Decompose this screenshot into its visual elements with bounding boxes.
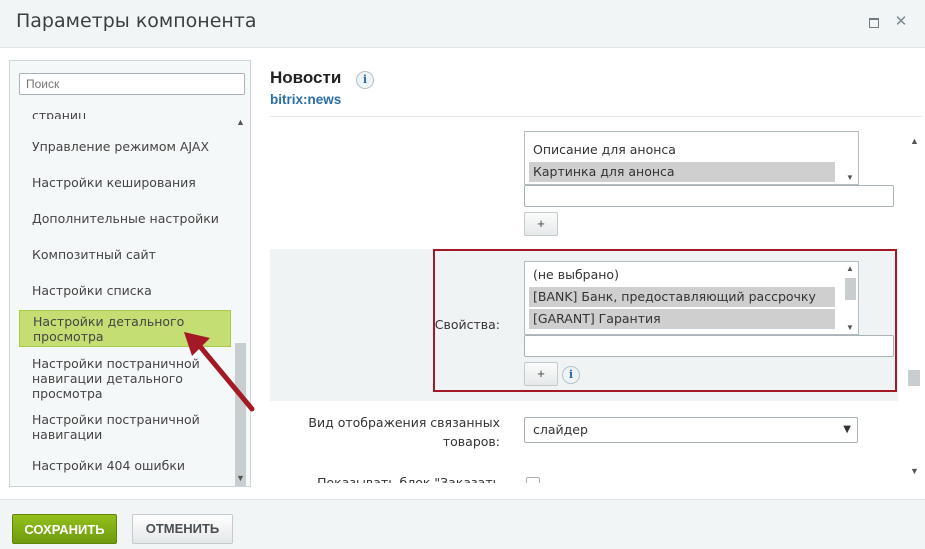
component-title: Новости (270, 68, 342, 87)
sidebar-item-composite[interactable]: Композитный сайт (32, 247, 222, 262)
scroll-down-icon[interactable]: ▼ (236, 473, 245, 483)
scrollbar-thumb[interactable] (908, 370, 920, 386)
component-header: Новости i bitrix:news (270, 68, 374, 107)
component-code: bitrix:news (270, 92, 342, 107)
related-view-label: Вид отображения связанных товаров: (308, 415, 500, 449)
add-field-button[interactable]: + (524, 212, 558, 236)
scroll-down-icon[interactable]: ▼ (846, 173, 854, 182)
sidebar-item-additional[interactable]: Дополнительные настройки (32, 211, 222, 226)
search-input[interactable] (19, 73, 245, 95)
save-button[interactable]: СОХРАНИТЬ (12, 514, 117, 544)
maximize-icon[interactable] (866, 14, 882, 30)
settings-content: Описание для анонса Картинка для анонса … (270, 117, 906, 483)
order-block-checkbox[interactable] (526, 477, 540, 483)
fields-list[interactable]: Описание для анонса Картинка для анонса … (524, 131, 859, 185)
list-item[interactable]: Описание для анонса (529, 140, 835, 160)
sidebar-item-pages[interactable]: страниц (32, 108, 222, 119)
sidebar-nav: страниц Управление режимом AJAX Настройк… (10, 103, 232, 486)
annotation-arrow-icon (184, 332, 255, 412)
sidebar-item-pagination[interactable]: Настройки постраничной навигации (32, 412, 222, 442)
scroll-up-icon[interactable]: ▲ (236, 117, 245, 127)
related-view-value: слайдер (533, 422, 588, 437)
sidebar-item-list-settings[interactable]: Настройки списка (32, 283, 222, 298)
sidebar-item-cache[interactable]: Настройки кеширования (32, 175, 222, 190)
fields-text-input[interactable] (524, 185, 894, 207)
close-icon[interactable]: ✕ (893, 14, 909, 30)
highlight-frame (433, 249, 897, 392)
sidebar-item-404[interactable]: Настройки 404 ошибки (32, 458, 222, 473)
scroll-up-icon[interactable]: ▲ (910, 136, 919, 146)
cancel-button[interactable]: ОТМЕНИТЬ (132, 514, 233, 544)
sidebar-scrollbar[interactable]: ▲ ▼ (233, 103, 249, 486)
related-view-select[interactable]: слайдер ▼ (524, 417, 858, 443)
scroll-down-icon[interactable]: ▼ (910, 466, 919, 476)
chevron-down-icon: ▼ (843, 424, 851, 435)
order-block-label: Показывать блок "Заказать услугу": (317, 475, 500, 483)
dialog-titlebar: Параметры компонента ✕ (0, 0, 925, 48)
info-icon[interactable]: i (356, 71, 374, 89)
content-scrollbar[interactable]: ▲ ▼ (906, 130, 923, 483)
list-scrollbar[interactable]: ▼ (842, 132, 858, 184)
dialog-footer: СОХРАНИТЬ ОТМЕНИТЬ (0, 499, 925, 549)
sidebar-item-ajax[interactable]: Управление режимом AJAX (32, 139, 222, 154)
settings-sidebar: страниц Управление режимом AJAX Настройк… (9, 60, 251, 487)
list-item[interactable]: Картинка для анонса (529, 162, 835, 182)
dialog-title: Параметры компонента (16, 10, 257, 32)
